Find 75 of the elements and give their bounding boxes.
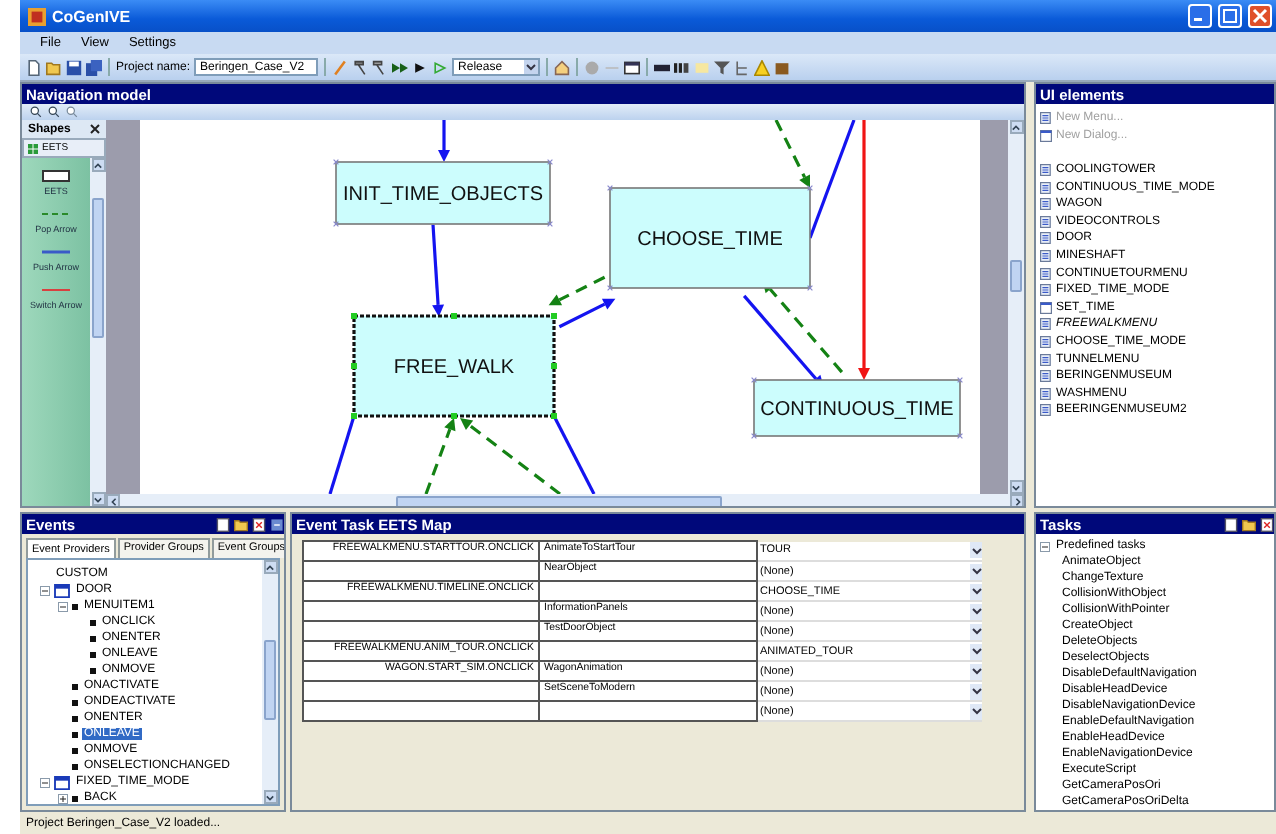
minimize-button[interactable] xyxy=(1188,4,1212,28)
pop-arrow xyxy=(774,120,810,188)
fast-forward-icon[interactable] xyxy=(392,59,409,75)
zoom-in-icon[interactable] xyxy=(30,106,42,118)
state-node[interactable]: CONTINUOUS_TIME xyxy=(751,377,963,439)
package-icon[interactable] xyxy=(774,59,791,75)
maximize-button[interactable] xyxy=(1218,4,1242,28)
bullet-icon xyxy=(72,731,78,737)
save-all-icon[interactable] xyxy=(86,59,102,75)
zoom-out-icon[interactable] xyxy=(48,106,60,118)
close-icon xyxy=(1252,8,1268,24)
delete-page-icon[interactable] xyxy=(252,517,266,531)
scroll-thumb[interactable] xyxy=(1010,260,1022,292)
state-node[interactable]: FREE_WALK xyxy=(351,313,557,419)
close-button[interactable] xyxy=(1248,4,1272,28)
hammer-icon[interactable] xyxy=(372,59,389,75)
push-arrow xyxy=(438,120,450,162)
collapse-icon[interactable] xyxy=(1040,541,1050,551)
rectangle-shape-icon[interactable] xyxy=(42,170,70,182)
scroll-thumb[interactable] xyxy=(396,496,722,506)
warning-icon[interactable] xyxy=(754,59,771,75)
bullet-icon xyxy=(90,667,96,673)
state-node[interactable]: INIT_TIME_OBJECTS xyxy=(333,159,553,227)
maximize-icon xyxy=(1222,8,1238,24)
caret-icon[interactable] xyxy=(526,62,537,72)
bullet-icon xyxy=(72,683,78,689)
window-icon[interactable] xyxy=(624,59,641,75)
vertical-scrollbar[interactable] xyxy=(90,158,106,506)
bullet-icon xyxy=(72,715,78,721)
caret-icon[interactable] xyxy=(971,545,981,555)
bullet-icon xyxy=(72,795,78,801)
vertical-scrollbar[interactable] xyxy=(262,560,278,804)
grid-icon xyxy=(28,143,38,153)
new-page-icon[interactable] xyxy=(1224,517,1238,531)
scroll-thumb[interactable] xyxy=(264,640,276,720)
bullet-icon xyxy=(72,699,78,705)
save-icon[interactable] xyxy=(66,59,82,75)
house-icon[interactable] xyxy=(554,59,571,75)
horizontal-scrollbar[interactable] xyxy=(106,494,1024,506)
push-arrow xyxy=(558,298,616,329)
pop-arrow xyxy=(548,275,606,306)
window-icon xyxy=(54,775,70,789)
push-arrow xyxy=(431,224,445,317)
filter-icon[interactable] xyxy=(714,59,731,75)
delete-page-icon[interactable] xyxy=(1260,517,1274,531)
bullet-icon xyxy=(90,651,96,657)
state-node[interactable]: CHOOSE_TIME xyxy=(607,185,813,291)
collapse-icon[interactable] xyxy=(40,585,50,595)
app-icon xyxy=(28,7,46,25)
diagram-canvas[interactable]: INIT_TIME_OBJECTS CHOOSE_TIME FREE_WALK CONTINUOUS_TIME xyxy=(140,120,980,494)
folder-icon[interactable] xyxy=(234,517,248,531)
bullet-icon xyxy=(72,747,78,753)
bullet-icon xyxy=(90,635,96,641)
vertical-scrollbar[interactable] xyxy=(1008,120,1024,494)
close-icon[interactable] xyxy=(90,124,100,134)
collapse-icon[interactable] xyxy=(40,777,50,787)
pop-arrow xyxy=(424,418,456,494)
pop-arrow xyxy=(460,418,561,494)
hammer-icon[interactable] xyxy=(352,59,369,75)
zoom-icon[interactable] xyxy=(66,106,78,118)
bullet-icon xyxy=(72,603,78,609)
new-page-icon[interactable] xyxy=(216,517,230,531)
bullet-icon xyxy=(72,763,78,769)
window-icon xyxy=(54,583,70,597)
new-file-icon[interactable] xyxy=(26,59,42,75)
line-icon[interactable] xyxy=(42,246,70,258)
tree-icon[interactable] xyxy=(734,59,751,75)
bullet-icon xyxy=(90,619,96,625)
open-folder-icon[interactable] xyxy=(46,59,62,75)
collapse-icon[interactable] xyxy=(58,601,68,611)
scroll-thumb[interactable] xyxy=(92,198,104,338)
window-title: CoGenIVE xyxy=(52,7,133,25)
line-icon[interactable] xyxy=(42,284,70,296)
expand-icon[interactable] xyxy=(58,793,68,803)
dashed-line-icon[interactable] xyxy=(42,208,70,220)
